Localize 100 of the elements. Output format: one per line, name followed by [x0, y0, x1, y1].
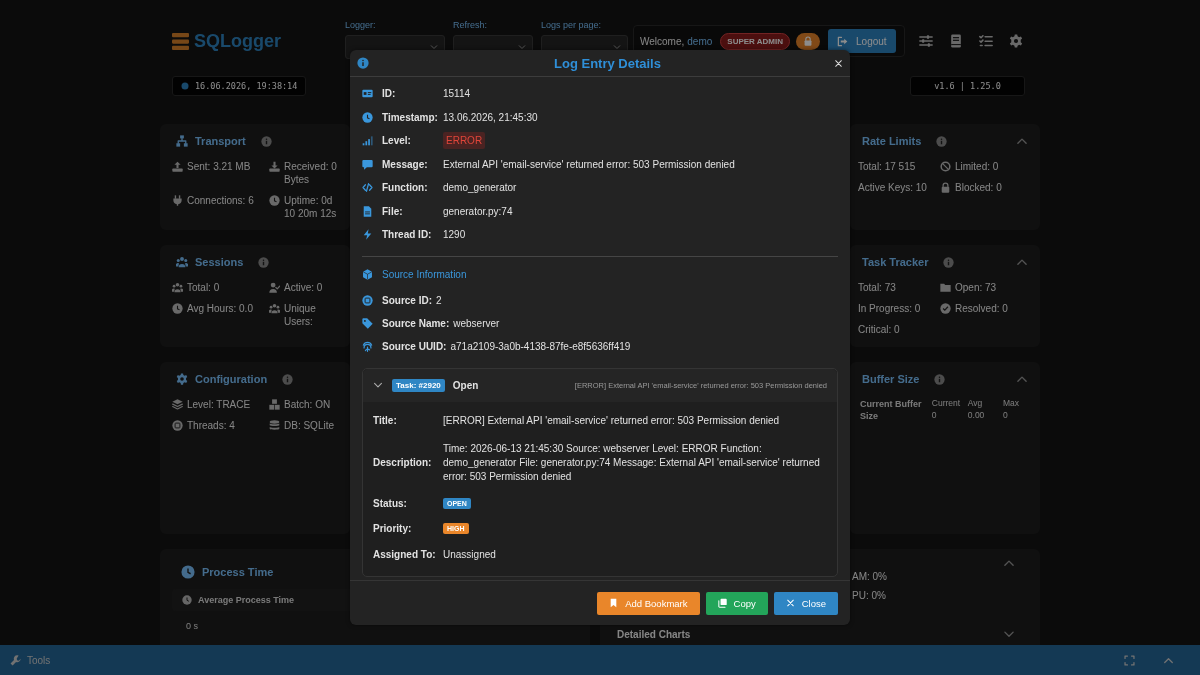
plug-icon [172, 195, 183, 206]
task-badge: Task: #2920 [392, 378, 445, 392]
download-icon [269, 161, 280, 172]
field-label: Level: [382, 135, 412, 147]
bolt-icon [362, 229, 373, 241]
field-label: File: [382, 205, 404, 217]
metric-value: 0 s [186, 621, 199, 631]
field-label: Timestamp: [382, 111, 439, 123]
field-value: a71a2109-3a0b-4138-87fe-e8f5636ff419 [450, 340, 631, 352]
bookmark-icon [609, 598, 619, 608]
stat-text: AM: 0% [852, 571, 888, 582]
stat-text: Open: 73 [955, 281, 997, 294]
clock-icon [362, 111, 373, 123]
close-button[interactable]: Close [773, 591, 838, 615]
stat-text: Unique Users: [284, 302, 317, 328]
stat-text: Level: TRACE [187, 398, 251, 411]
filter-label: Logs per page: [541, 20, 603, 30]
stat-value: 0 [931, 410, 938, 420]
copy-button[interactable]: Copy [705, 591, 768, 615]
field-label: Source Name: [382, 318, 450, 330]
card-title: Process Time [202, 566, 274, 578]
stat-text: Received: 0 Bytes [284, 160, 338, 186]
field-label: Assigned To: [373, 549, 437, 561]
stat-text: Active Keys: 10 [858, 181, 927, 194]
card-title: Transport [195, 135, 246, 147]
gear-icon [176, 373, 188, 385]
date-time: 16.06.2026, 19:38:14 [195, 81, 298, 91]
info-icon [260, 135, 272, 147]
metric-title: Average Process Time [198, 595, 295, 605]
speech-bubble-icon [362, 158, 373, 170]
stacked-bars-icon [172, 31, 189, 51]
stat-text: Resolved: 0 [955, 302, 1008, 315]
dot-icon [181, 82, 189, 90]
stat-value: 0.00 [967, 410, 986, 420]
stat-value: 0 [1002, 410, 1009, 420]
chip-icon [172, 420, 183, 431]
card-title: Sessions [195, 256, 244, 268]
expand-icon[interactable] [1124, 654, 1135, 666]
close-icon[interactable] [834, 58, 843, 68]
role-badge: SUPER ADMIN [720, 32, 790, 50]
stat-text: Connections: 6 [187, 194, 254, 207]
field-label: Title: [373, 415, 398, 427]
logout-button[interactable]: Logout [828, 29, 896, 53]
gear-icon[interactable] [1009, 34, 1023, 48]
lock-icon [803, 36, 813, 46]
id-card-icon [362, 88, 373, 100]
field-value: demo_generator [443, 182, 517, 194]
tools-toggle[interactable]: Tools [10, 654, 51, 666]
network-icon [176, 135, 188, 147]
field-label: ID: [382, 88, 397, 100]
field-value: Time: 2026-06-13 21:45:30 Source: webserver Level: ERROR Function: demo_generator File: generator.py:74 Message: External API 'email-service' returned error: 503 Permission denied [443, 441, 821, 484]
signal-icon [362, 135, 373, 147]
clock-icon [182, 595, 192, 605]
bookmark-button[interactable]: Add Bookmark [597, 591, 700, 615]
task-status: Open [452, 379, 479, 391]
chevron-down-icon [518, 43, 526, 51]
stat-text: Avg Hours: 0.0 [187, 302, 253, 315]
user-check-icon [269, 282, 280, 293]
card-title: Task Tracker [862, 256, 929, 268]
check-circle-icon [940, 303, 951, 314]
book-icon[interactable] [949, 34, 963, 48]
welcome-text: Welcome, [640, 35, 685, 47]
filter-label: Refresh: [453, 20, 488, 30]
chip-icon [362, 295, 373, 307]
info-icon [934, 373, 946, 385]
lock-icon [940, 182, 951, 193]
info-icon [282, 373, 294, 385]
card-title: Buffer Size [862, 373, 920, 385]
stat-text: Batch: ON [284, 398, 331, 411]
database-icon [269, 420, 280, 431]
stat-text: Total: 73 [858, 281, 896, 294]
stat-text: Active: 0 [284, 281, 323, 294]
users-icon [176, 256, 188, 268]
clock-icon [181, 565, 195, 579]
stat-text: Limited: 0 [955, 160, 999, 173]
field-value: 13.06.2026, 21:45:30 [443, 111, 538, 123]
copy-icon [717, 598, 727, 608]
section-title: Source Information [382, 269, 467, 280]
stat-text: Total: 0 [187, 281, 220, 294]
field-value: 2 [436, 295, 442, 307]
stat-label: Avg [967, 398, 984, 408]
chevron-down-icon [613, 43, 621, 51]
wrench-icon [10, 654, 21, 666]
stat-label: Max [1002, 398, 1020, 408]
info-icon [258, 256, 270, 268]
field-value: Unassigned [443, 547, 497, 562]
field-label: Thread ID: [382, 229, 433, 241]
stat-text: Uptime: 0d 10 20m 12s [284, 194, 338, 220]
stat-label: Current [931, 398, 958, 408]
sliders-icon[interactable] [919, 34, 933, 48]
stat-text: In Progress: 0 [858, 302, 921, 315]
stat-text: Threads: 4 [187, 419, 235, 432]
field-label: Function: [382, 182, 429, 194]
lock-button[interactable] [796, 32, 820, 50]
field-label: Source UUID: [382, 340, 447, 352]
cube-icon [362, 269, 373, 280]
checklist-icon[interactable] [979, 34, 993, 48]
chevron-down-icon [430, 43, 438, 51]
user-name: demo [687, 35, 713, 47]
stat-text: Sent: 3.21 MB [187, 160, 251, 173]
